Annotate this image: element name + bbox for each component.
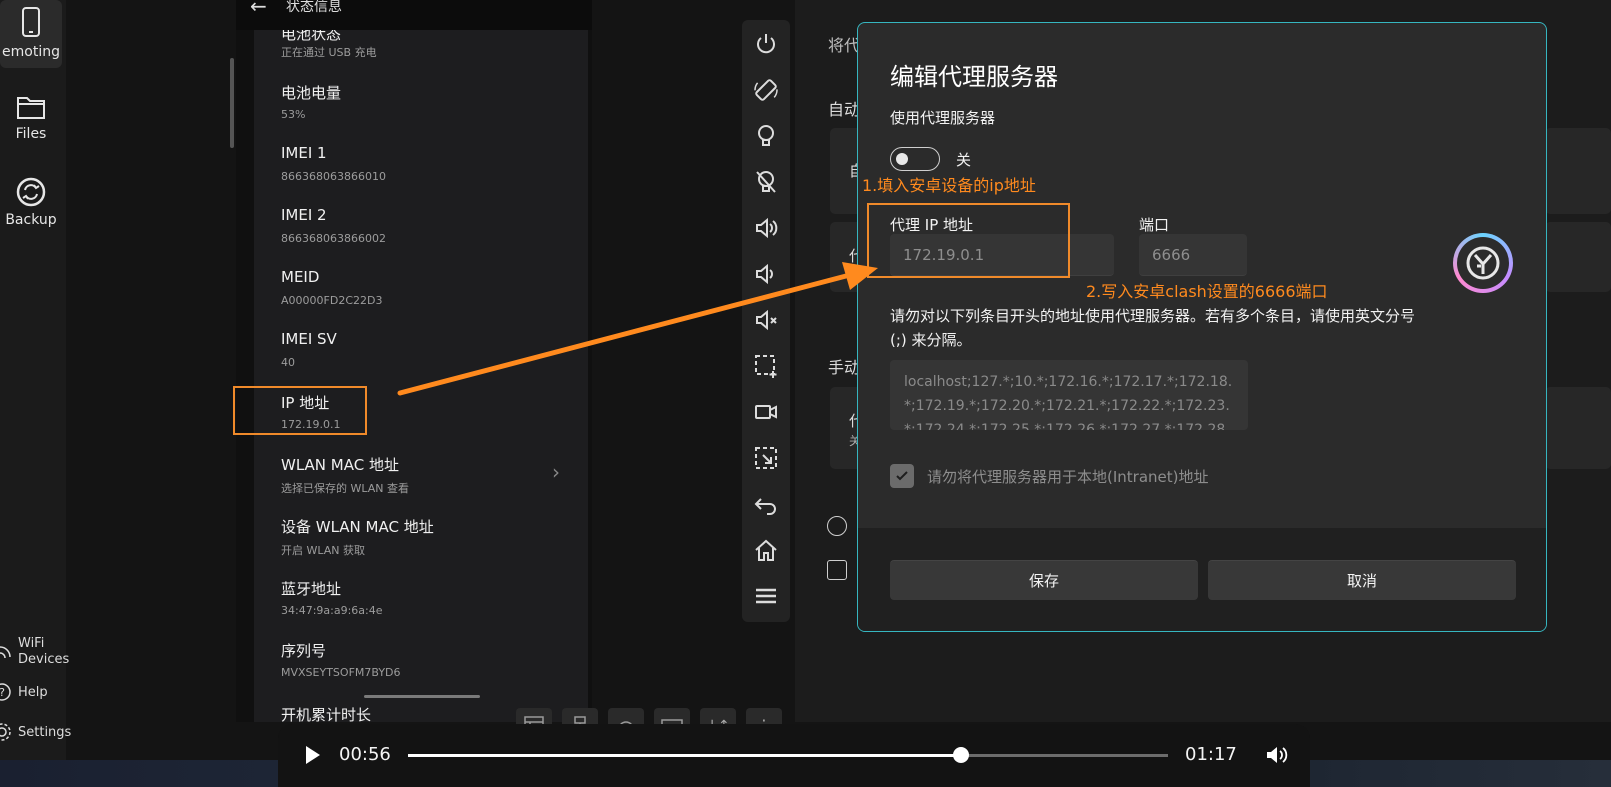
total-time: 01:17 (1185, 744, 1237, 765)
annotation-arrow (397, 262, 878, 396)
seek-bar[interactable] (408, 747, 1168, 763)
seek-handle[interactable] (952, 747, 969, 763)
current-time: 00:56 (339, 744, 391, 765)
seek-bar-progress (408, 754, 961, 757)
video-player-bar: 00:56 01:17 (278, 724, 1310, 787)
volume-icon[interactable] (1264, 744, 1288, 766)
play-icon[interactable] (306, 746, 320, 764)
